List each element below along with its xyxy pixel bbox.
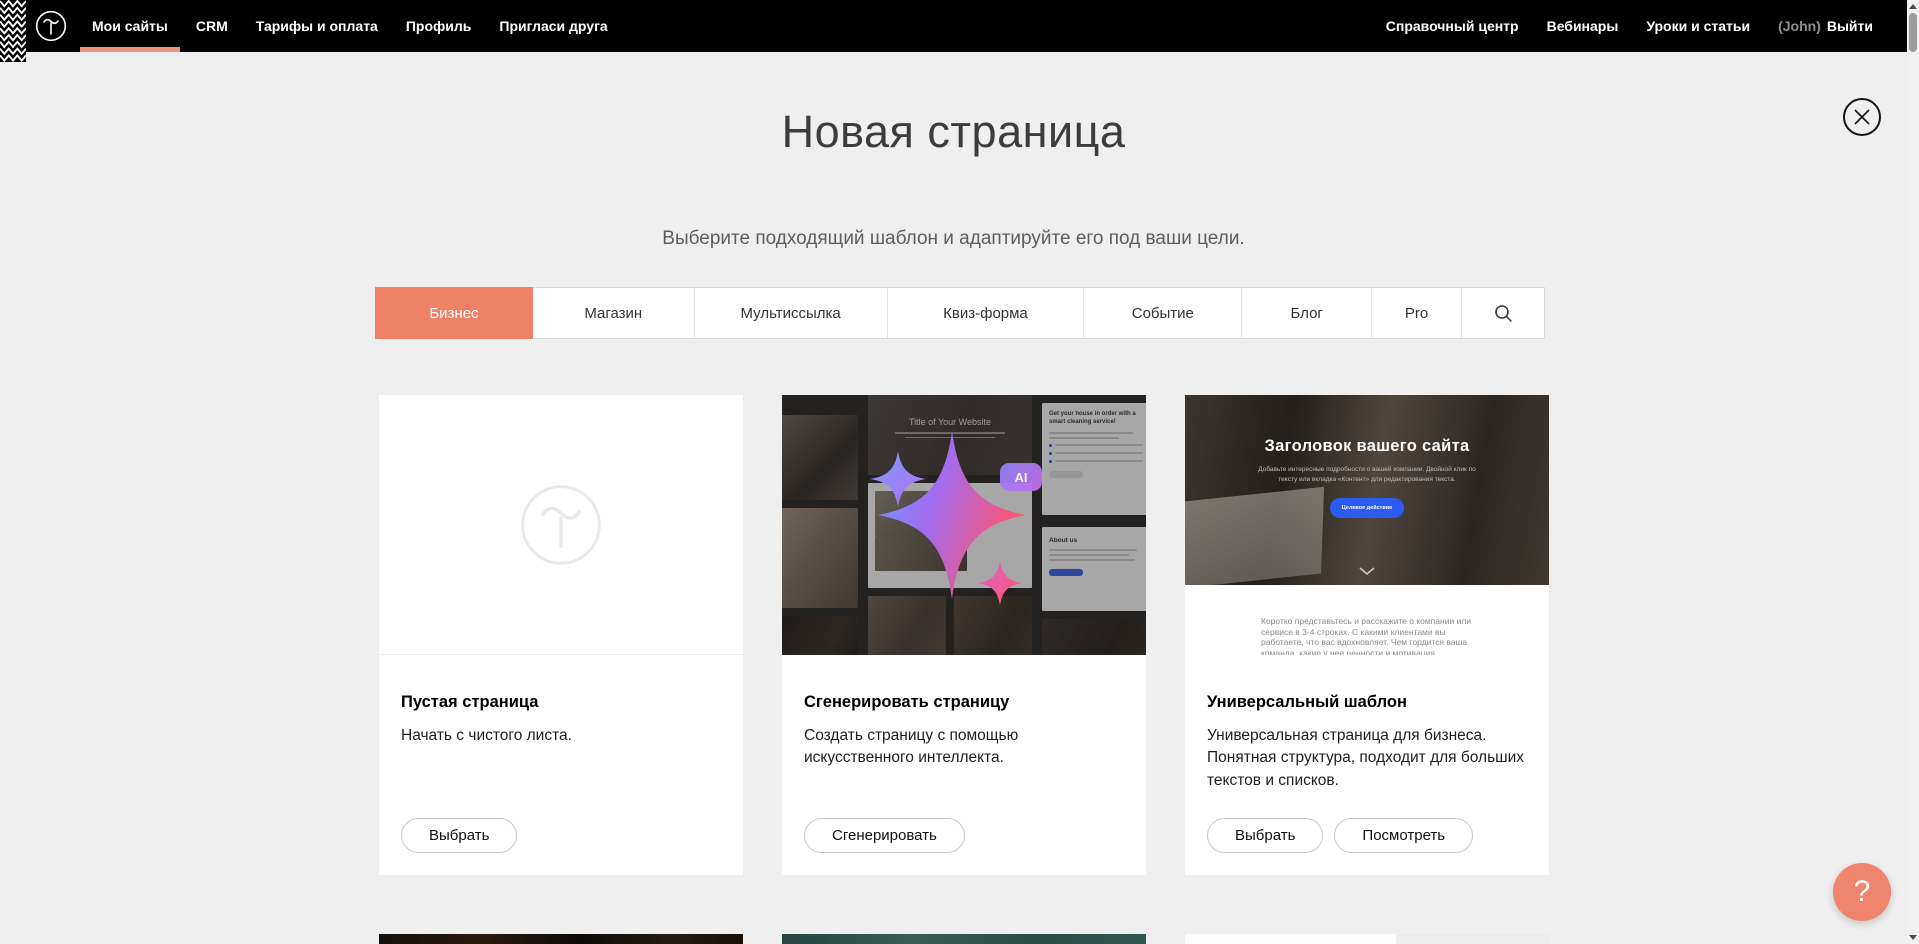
template-hero: Заголовок вашего сайта Добавьте интересн… [1185,395,1549,585]
nav-invite-friend[interactable]: Пригласи друга [485,0,621,52]
template-grid: Пустая страница Начать с чистого листа. … [379,395,1549,875]
template-card-partial[interactable] [1185,934,1549,944]
card-body: Сгенерировать страницу Создать страницу … [782,655,1146,770]
top-navbar: Мои сайты CRM Тарифы и оплата Профиль Пр… [0,0,1907,52]
template-hero-title: Заголовок вашего сайта [1265,437,1470,456]
collage-cleaning-title: Get your house in order with a smart cle… [1049,411,1143,427]
card-description: Создать страницу с помощью искусственног… [804,725,1124,770]
card-blank-page[interactable]: Пустая страница Начать с чистого листа. … [379,395,743,875]
card-ai-generate[interactable]: Title of Your Website Get your house in … [782,395,1146,875]
universal-template-preview: Заголовок вашего сайта Добавьте интересн… [1185,395,1549,655]
template-body-text: Коротко представьтесь и расскажите о ком… [1261,616,1473,655]
zigzag-brand-ribbon [0,0,26,62]
scrollbar-thumb[interactable] [1909,13,1917,52]
tab-business[interactable]: Бизнес [375,287,533,339]
card-title: Универсальный шаблон [1207,693,1527,712]
view-button[interactable]: Посмотреть [1334,818,1473,853]
card-description: Универсальная страница для бизнеса. Поня… [1207,725,1527,792]
nav-help-center[interactable]: Справочный центр [1372,0,1533,52]
secondary-menu: Справочный центр Вебинары Уроки и статьи… [1372,0,1887,52]
tab-shop[interactable]: Магазин [533,288,695,338]
scroll-down-arrow-icon[interactable] [1909,935,1917,940]
collage-about-block: About us [1042,527,1146,611]
tilda-watermark-icon [519,483,603,567]
template-body: Коротко представьтесь и расскажите о ком… [1185,585,1549,655]
collage-photo-livingroom [782,508,858,608]
ai-collage-preview: Title of Your Website Get your house in … [782,395,1146,655]
user-name: (John) [1778,18,1821,34]
nav-my-sites[interactable]: Мои сайты [78,0,182,52]
card-title: Сгенерировать страницу [804,693,1124,712]
nav-logout[interactable]: (John) Выйти [1764,0,1887,52]
tab-quiz-form[interactable]: Квиз-форма [888,288,1085,338]
nav-profile[interactable]: Профиль [392,0,486,52]
search-tab[interactable] [1462,288,1544,338]
template-grid-next-row [379,934,1549,944]
search-icon [1494,304,1513,323]
card-actions: Выбрать Посмотреть [1207,818,1473,853]
logout-label: Выйти [1827,18,1873,34]
nav-crm[interactable]: CRM [182,0,242,52]
collage-about-title: About us [1049,537,1143,544]
page-title: Новая страница [0,106,1907,158]
ai-sparkle-icon [860,423,1050,613]
scroll-up-arrow-icon[interactable] [1909,4,1917,9]
chevron-down-icon [1359,567,1375,575]
template-category-tabs: Бизнес Магазин Мультиссылка Квиз-форма С… [375,287,1545,339]
generate-button[interactable]: Сгенерировать [804,818,965,853]
tab-pro[interactable]: Pro [1372,288,1462,338]
tab-event[interactable]: Событие [1084,288,1242,338]
card-body: Универсальный шаблон Универсальная стран… [1185,655,1549,792]
card-actions: Выбрать [401,818,517,853]
card-body: Пустая страница Начать с чистого листа. [379,655,743,747]
card-universal-template[interactable]: Заголовок вашего сайта Добавьте интересн… [1185,395,1549,875]
tab-multilink[interactable]: Мультиссылка [695,288,888,338]
collage-photo-meeting [782,616,858,655]
choose-button[interactable]: Выбрать [1207,818,1323,853]
collage-cleaning-block: Get your house in order with a smart cle… [1042,403,1146,515]
help-button[interactable]: ? [1833,863,1891,921]
tab-blog[interactable]: Блог [1242,288,1372,338]
collage-photo-team [1042,619,1146,655]
card-actions: Сгенерировать [804,818,965,853]
card-description: Начать с чистого листа. [401,725,721,747]
collage-photo-office [782,415,858,500]
main-menu: Мои сайты CRM Тарифы и оплата Профиль Пр… [78,0,622,52]
template-card-partial[interactable] [782,934,1146,944]
vertical-scrollbar[interactable] [1907,0,1919,944]
blank-page-preview [379,395,743,655]
nav-lessons[interactable]: Уроки и статьи [1632,0,1764,52]
template-card-partial[interactable] [379,934,743,944]
nav-webinars[interactable]: Вебинары [1533,0,1633,52]
card-title: Пустая страница [401,693,721,712]
nav-pricing[interactable]: Тарифы и оплата [242,0,392,52]
tilda-logo-icon[interactable] [35,10,67,42]
page-subtitle: Выберите подходящий шаблон и адаптируйте… [0,228,1907,250]
ai-badge: AI [1000,463,1042,491]
choose-button[interactable]: Выбрать [401,818,517,853]
template-hero-subtitle: Добавьте интересные подробности о вашей … [1251,465,1483,485]
template-cta-button: Целевое действие [1330,498,1404,518]
